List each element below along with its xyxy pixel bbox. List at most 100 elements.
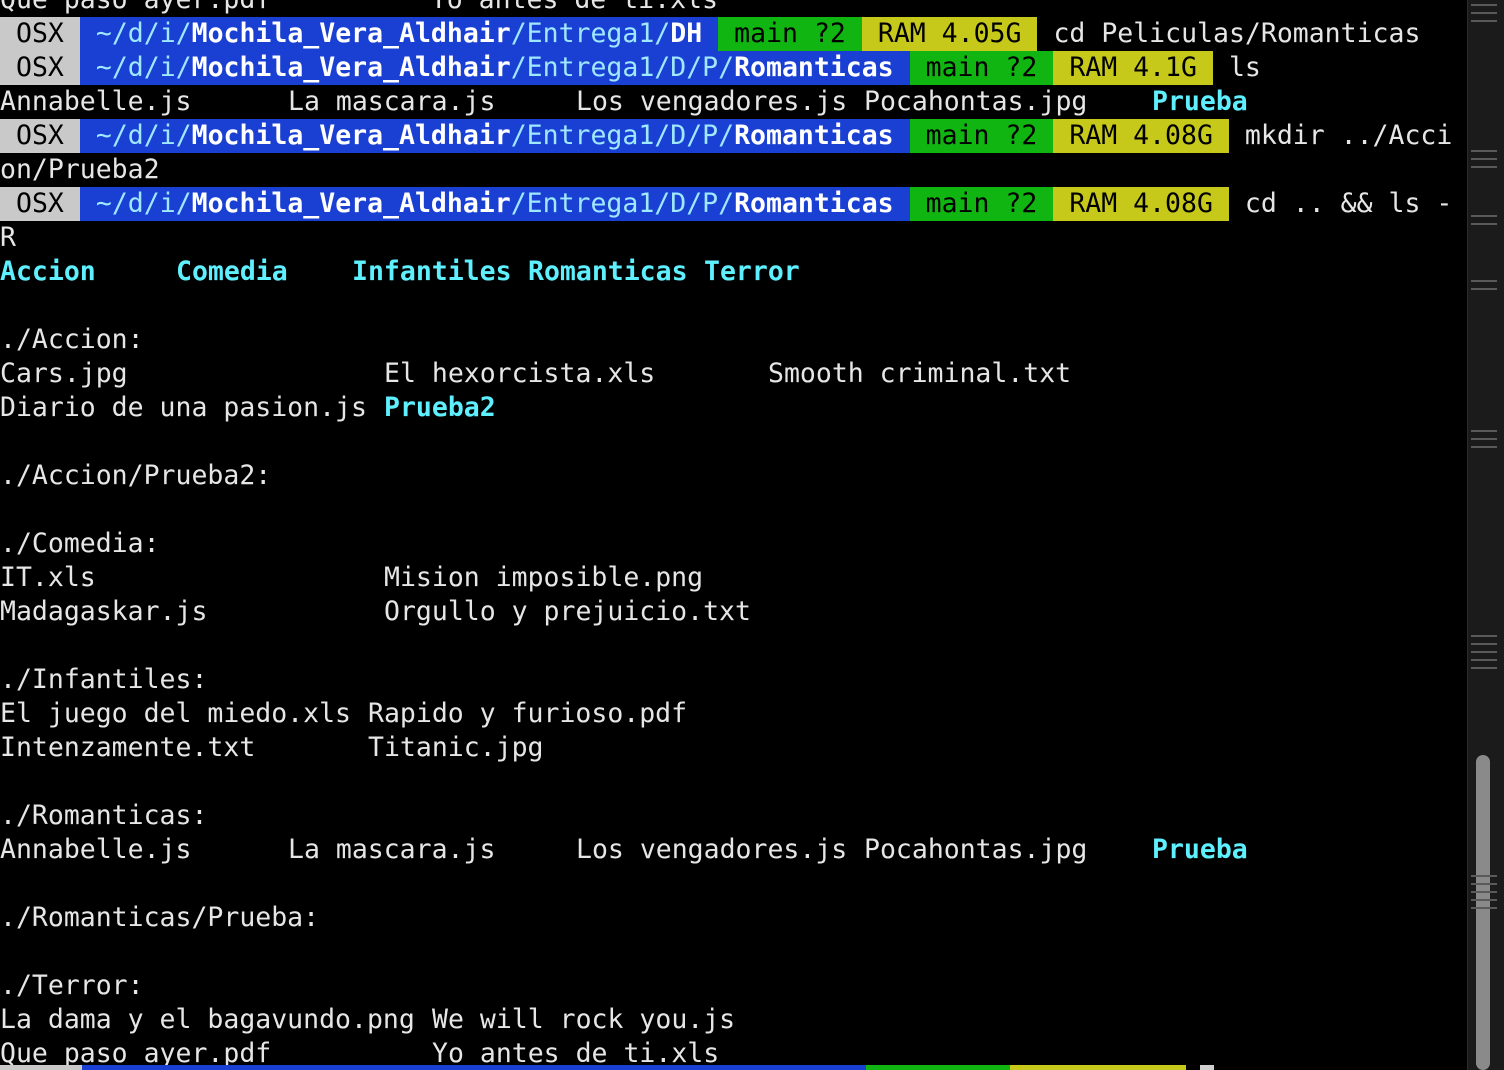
ls-output-line: Intenzamente.txt Titanic.jpg	[0, 731, 1466, 765]
dir-entry: Comedia	[176, 256, 288, 287]
scroll-marker	[1471, 659, 1497, 661]
section-header: ./Terror:	[0, 970, 144, 1001]
prompt-ram-segment: RAM 4.08G	[1053, 119, 1229, 153]
dir-entry: Accion	[0, 256, 96, 287]
path-repo: Mochila_Vera_Aldhair	[191, 188, 511, 219]
scroll-marker	[1471, 651, 1497, 653]
file-entry: La dama y el bagavundo.png	[0, 1004, 415, 1035]
dir-entry: Prueba	[1152, 834, 1248, 865]
prompt-path-segment: ~/d/i/Mochila_Vera_Aldhair/Entrega1/DH	[79, 17, 719, 51]
command-wrap-line: on/Prueba2	[0, 153, 1466, 187]
scroll-marker	[1471, 430, 1497, 432]
path-current-dir: Romanticas	[734, 188, 894, 219]
command-text: cd Peliculas/Romanticas	[1053, 18, 1421, 49]
prompt-ram-segment: RAM 4.1G	[1053, 51, 1213, 85]
prompt-git-branch-segment: main ?2	[909, 187, 1054, 221]
prompt-line: OSX ~/d/i/Mochila_Vera_Aldhair/Entrega1/D…	[0, 17, 1466, 51]
command-text: R	[0, 222, 16, 253]
prompt-os-segment: OSX	[0, 119, 80, 153]
path-mid: /Entrega1/D/P/	[510, 120, 735, 151]
prompt-path-segment: ~/d/i/Mochila_Vera_Aldhair/Entrega1/D/P/…	[79, 187, 910, 221]
command-text: cd .. && ls -	[1244, 188, 1453, 219]
ls-output-line: La dama y el bagavundo.png We will rock y…	[0, 1003, 1466, 1037]
file-entry: IT.xls	[0, 562, 96, 593]
prompt-os-segment: OSX	[0, 51, 80, 85]
ls-output-line: Annabelle.js La mascara.js Los vengadores.…	[0, 833, 1466, 867]
scroll-marker	[1471, 280, 1497, 282]
section-header: ./Accion/Prueba2:	[0, 460, 272, 491]
path-repo: Mochila_Vera_Aldhair	[191, 120, 511, 151]
cursor	[1200, 1065, 1214, 1070]
section-header: ./Comedia:	[0, 528, 160, 559]
path-prefix: ~/d/i/	[95, 120, 192, 151]
scroll-marker	[1471, 875, 1497, 877]
file-entry: Smooth criminal.txt	[768, 358, 1072, 389]
scroll-marker	[1471, 12, 1497, 14]
scroll-marker	[1471, 288, 1497, 290]
section-header: ./Romanticas:	[0, 800, 208, 831]
terminal-output[interactable]: Que paso ayer.pdf Yo antes de ti.xls OSX…	[0, 0, 1466, 1070]
scroll-marker	[1471, 899, 1497, 901]
scroll-marker	[1471, 907, 1497, 909]
scrollbar-thumb[interactable]	[1476, 755, 1490, 1070]
path-prefix: ~/d/i/	[95, 18, 192, 49]
file-entry: Orgullo y prejuicio.txt	[384, 596, 751, 627]
ls-output-line: Annabelle.js La mascara.js Los vengadores.…	[0, 85, 1466, 119]
path-current-dir: Romanticas	[734, 52, 894, 83]
file-entry: Annabelle.js	[0, 834, 192, 865]
dir-entry: Prueba2	[384, 392, 496, 423]
file-entry: Annabelle.js	[0, 86, 192, 117]
file-entry: Titanic.jpg	[368, 732, 544, 763]
file-entry: La mascara.js	[288, 834, 496, 865]
prompt-ram-segment	[1010, 1065, 1186, 1070]
prompt-line: OSX ~/d/i/Mochila_Vera_Aldhair/Entrega1/D…	[0, 51, 1466, 85]
path-repo: Mochila_Vera_Aldhair	[191, 18, 511, 49]
section-header: ./Romanticas/Prueba:	[0, 902, 320, 933]
section-header: ./Accion:	[0, 324, 144, 355]
prompt-os-segment	[0, 1065, 82, 1070]
section-header: ./Infantiles:	[0, 664, 208, 695]
prompt-line: OSX ~/d/i/Mochila_Vera_Aldhair/Entrega1/D…	[0, 119, 1466, 153]
scroll-marker	[1471, 223, 1497, 225]
file-entry: Rapido y furioso.pdf	[368, 698, 688, 729]
command-text: ls	[1228, 52, 1261, 83]
scroll-marker	[1471, 667, 1497, 669]
next-prompt-partial	[0, 1065, 1220, 1070]
prompt-path-segment	[82, 1065, 866, 1070]
file-entry: Pocahontas.jpg	[864, 86, 1088, 117]
scroll-marker	[1471, 891, 1497, 893]
ls-output-line: Diario de una pasion.js Prueba2	[0, 391, 1466, 425]
path-mid: /Entrega1/D/P/	[510, 188, 735, 219]
prompt-os-segment: OSX	[0, 17, 80, 51]
output-text: Que paso ayer.pdf Yo antes de ti.xls	[0, 0, 718, 15]
path-mid: /Entrega1/D/P/	[510, 52, 735, 83]
file-entry: Pocahontas.jpg	[864, 834, 1088, 865]
scroll-marker	[1471, 4, 1497, 6]
ls-output-line: Madagaskar.js Orgullo y prejuicio.txt	[0, 595, 1466, 629]
vertical-scrollbar[interactable]	[1467, 0, 1504, 1070]
file-entry: La mascara.js	[288, 86, 496, 117]
scroll-marker	[1471, 215, 1497, 217]
prompt-path-segment: ~/d/i/Mochila_Vera_Aldhair/Entrega1/D/P/…	[79, 51, 910, 85]
file-entry: Madagaskar.js	[0, 596, 208, 627]
ls-output-line: IT.xls Mision imposible.png	[0, 561, 1466, 595]
dir-entry: Infantiles	[352, 256, 512, 287]
prompt-git-branch-segment	[866, 1065, 1010, 1070]
scroll-marker	[1471, 635, 1497, 637]
scroll-marker	[1471, 883, 1497, 885]
path-prefix: ~/d/i/	[95, 52, 192, 83]
command-wrap-line: R	[0, 221, 1466, 255]
scroll-marker	[1471, 166, 1497, 168]
prompt-path-segment: ~/d/i/Mochila_Vera_Aldhair/Entrega1/D/P/…	[79, 119, 910, 153]
file-entry: Diario de una pasion.js	[0, 392, 367, 423]
prompt-ram-segment: RAM 4.05G	[861, 17, 1038, 51]
path-current-dir: DH	[670, 18, 703, 49]
file-entry: Mision imposible.png	[384, 562, 704, 593]
scroll-marker	[1471, 643, 1497, 645]
scroll-marker	[1471, 158, 1497, 160]
